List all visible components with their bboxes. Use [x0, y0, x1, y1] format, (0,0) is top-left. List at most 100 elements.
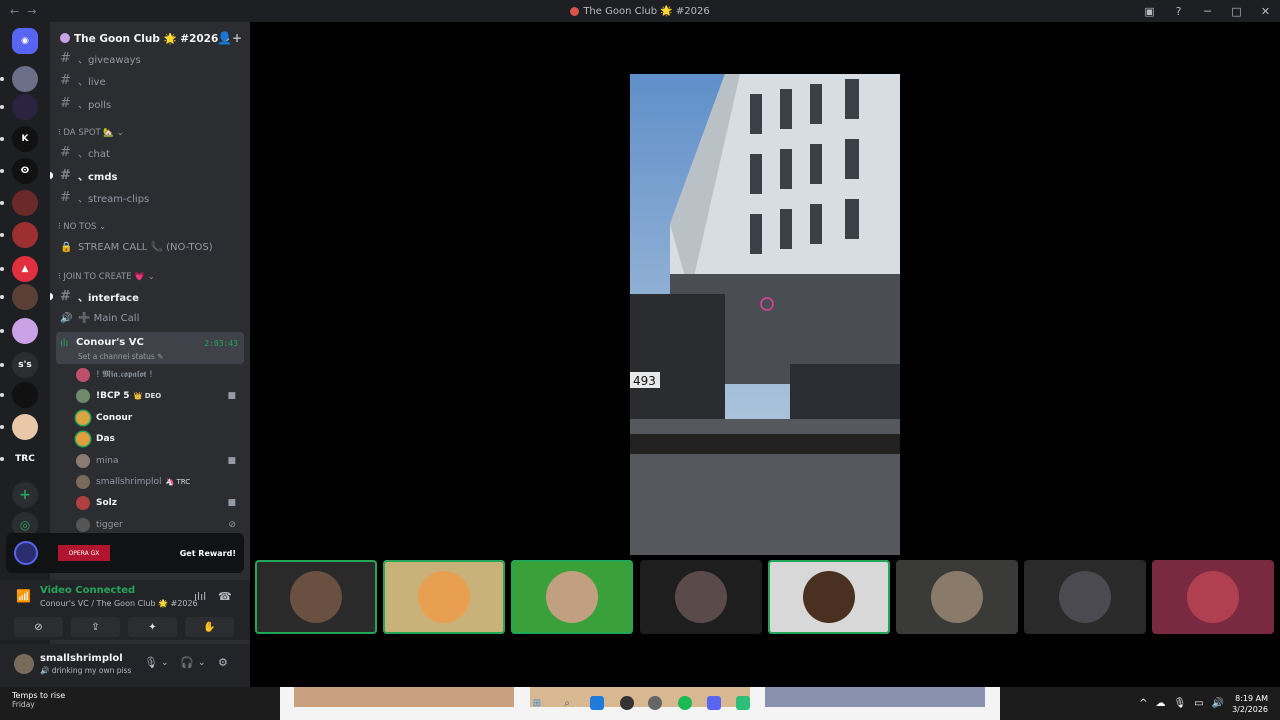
unread-pill: [0, 363, 4, 367]
focused-video-stream[interactable]: 493: [630, 74, 900, 555]
search-icon[interactable]: ⌕: [560, 696, 574, 710]
volume-icon[interactable]: 🔊: [1212, 698, 1224, 709]
channel-7[interactable]: 🔒 STREAM CALL 📞 (NO-TOS): [56, 237, 244, 257]
server-icon-3[interactable]: [12, 94, 38, 120]
participant-tile[interactable]: [1024, 560, 1147, 634]
server-glyph: ⵙ: [20, 166, 30, 176]
participant-tile[interactable]: [383, 560, 506, 634]
close-button[interactable]: ✕: [1251, 5, 1280, 18]
clock[interactable]: 8:19 AM 3/2/2026: [1232, 693, 1268, 715]
server-glyph: TRC: [15, 454, 35, 464]
obs-icon[interactable]: [648, 696, 662, 710]
voice-member[interactable]: Solz ■: [76, 493, 244, 513]
headset-chevron-icon[interactable]: ⌄: [198, 658, 206, 668]
category-3[interactable]: ⁝ JOIN TO CREATE 💗 ⌄: [58, 272, 155, 282]
server-icon-8[interactable]: ▲: [12, 256, 38, 282]
screen-share-button[interactable]: ⇪: [71, 617, 120, 637]
tray-overflow-icon[interactable]: ^: [1139, 698, 1147, 709]
voice-member[interactable]: Das: [76, 429, 244, 449]
maximize-button[interactable]: □: [1222, 5, 1251, 18]
voice-status: Video Connected: [40, 585, 136, 596]
unread-pill: [0, 233, 4, 237]
channel-status[interactable]: Set a channel status ✎: [78, 352, 163, 361]
server-icon-9[interactable]: [12, 284, 38, 310]
microphone-icon[interactable]: 🎙: [144, 656, 158, 669]
settings-gear-icon[interactable]: ⚙: [218, 656, 228, 669]
voice-member[interactable]: mina ■: [76, 451, 244, 471]
server-icon-12[interactable]: [12, 382, 38, 408]
voice-member[interactable]: ! 𝕸𝖎𝖆.𝖈𝖔𝖕𝖆𝖑𝖔𝖙 !: [76, 365, 244, 385]
participant-tile[interactable]: [896, 560, 1018, 634]
participant-avatar: [674, 571, 727, 623]
server-icon-6[interactable]: [12, 190, 38, 216]
camera-off-button[interactable]: ⊘: [14, 617, 63, 637]
voice-member[interactable]: tigger ⊘: [76, 515, 244, 535]
invite-people-icon[interactable]: 👤+: [217, 31, 242, 45]
server-icon-13[interactable]: [12, 414, 38, 440]
username[interactable]: smallshrimplol: [40, 653, 123, 664]
participant-tile[interactable]: [1152, 560, 1275, 634]
active-voice-channel[interactable]: ılı Conour's VC Set a channel status ✎ 2…: [56, 332, 244, 364]
edge-icon[interactable]: [590, 696, 604, 710]
channel-9[interactable]: 🔊 ➕ Main Call: [56, 308, 244, 328]
server-icon-7[interactable]: [12, 222, 38, 248]
mic-tray-icon[interactable]: 🎙: [1173, 698, 1186, 709]
server-icon-14[interactable]: TRC: [12, 446, 38, 472]
participant-tile[interactable]: [255, 560, 377, 634]
participant-tile[interactable]: [767, 560, 890, 634]
member-name: tigger: [96, 519, 123, 530]
channel-3[interactable]: # 、polls: [56, 93, 244, 113]
title-bar: ← → The Goon Club 🌟 #2026 ▣ ? ─ □ ✕: [0, 0, 1280, 22]
soundboard-button[interactable]: ✋: [185, 617, 234, 637]
activities-button[interactable]: ✦: [128, 617, 177, 637]
headset-icon[interactable]: 🎧: [180, 656, 194, 669]
voice-member[interactable]: Conour: [76, 408, 244, 428]
taskbar-app-strip: ⊞ ⌕: [280, 687, 1000, 720]
inbox-icon[interactable]: ▣: [1135, 5, 1164, 18]
add-server-button[interactable]: +: [12, 482, 38, 508]
channel-5[interactable]: # 、cmds: [50, 165, 244, 185]
channel-8[interactable]: # 、interface: [50, 286, 244, 306]
start-menu-icon[interactable]: ⊞: [530, 696, 544, 710]
channel-4[interactable]: # 、chat: [56, 142, 244, 162]
avatar[interactable]: [14, 654, 34, 674]
server-icon-11[interactable]: s's: [12, 352, 38, 378]
network-icon[interactable]: ▭: [1194, 698, 1203, 709]
category-2[interactable]: ⁝ NO TOS ⌄: [58, 222, 106, 232]
onedrive-icon[interactable]: ☁: [1155, 698, 1165, 709]
hash-icon: #: [60, 144, 71, 160]
server-icon-1[interactable]: ◉: [12, 28, 38, 54]
voice-channel-path[interactable]: Conour's VC / The Goon Club 🌟 #2026: [40, 599, 198, 608]
participant-avatar: [1187, 571, 1240, 623]
spotify-icon[interactable]: [678, 696, 692, 710]
voice-member[interactable]: smallshrimplol 🦄 TRC: [76, 472, 244, 492]
participant-tile[interactable]: [511, 560, 634, 634]
back-arrow-icon[interactable]: ←: [10, 5, 19, 18]
server-icon-5[interactable]: ⵙ: [12, 158, 38, 184]
server-icon-10[interactable]: [12, 318, 38, 344]
participant-tile[interactable]: [639, 560, 762, 634]
disconnect-icon[interactable]: ☎: [218, 590, 232, 603]
soundboard-icon[interactable]: ılıl: [194, 590, 206, 603]
discord-taskbar-icon[interactable]: [707, 696, 721, 710]
deafened-icon: ⊘: [228, 519, 236, 530]
channel-2[interactable]: # 、live: [56, 70, 244, 90]
weather-widget[interactable]: Temps to rise Friday: [12, 691, 65, 709]
help-icon[interactable]: ?: [1164, 5, 1193, 18]
minimize-button[interactable]: ─: [1193, 5, 1222, 18]
forward-arrow-icon[interactable]: →: [27, 5, 36, 18]
server-icon-2[interactable]: [12, 66, 38, 92]
server-glyph: ◉: [21, 36, 29, 46]
category-1[interactable]: ⁝ DA SPOT 🏡 ⌄: [58, 128, 124, 138]
app-icon[interactable]: [736, 696, 750, 710]
channel-6[interactable]: # 、stream-clips: [56, 187, 244, 207]
voice-member[interactable]: !BCP 5 👑 DEO ■: [76, 386, 244, 406]
unread-pill: [0, 295, 4, 299]
server-icon-4[interactable]: K: [12, 126, 38, 152]
get-reward-button[interactable]: Get Reward!: [180, 549, 236, 558]
signal-icon[interactable]: 📶: [16, 589, 31, 603]
chatgpt-icon[interactable]: [620, 696, 634, 710]
unread-pill: [0, 169, 4, 173]
mic-chevron-icon[interactable]: ⌄: [161, 658, 169, 668]
channel-1[interactable]: # 、giveaways: [56, 48, 244, 68]
